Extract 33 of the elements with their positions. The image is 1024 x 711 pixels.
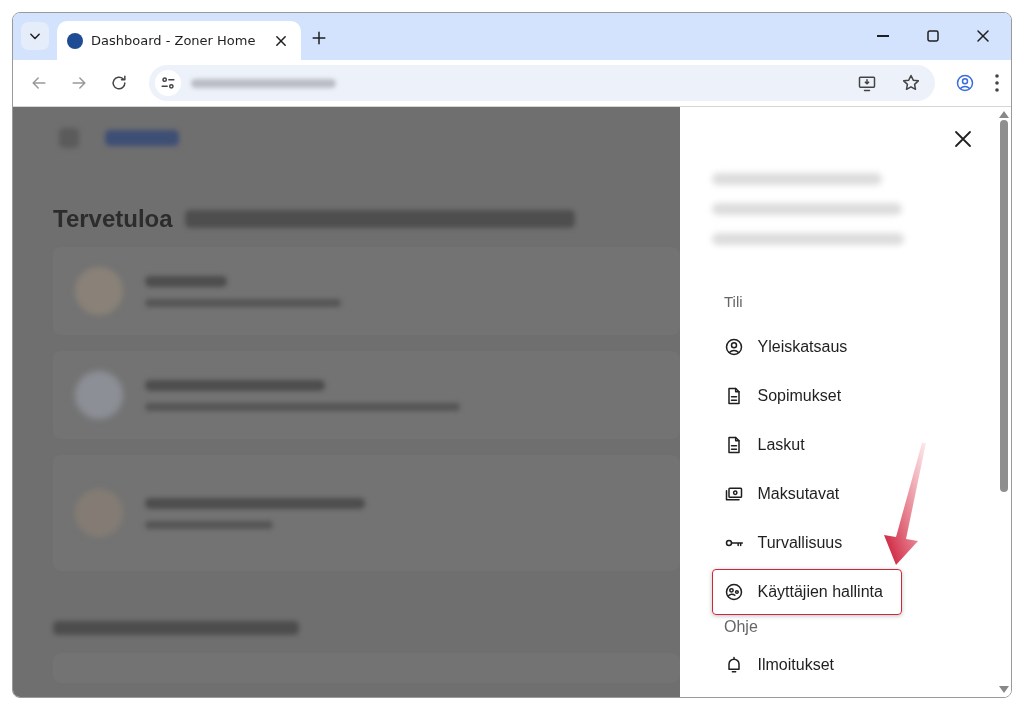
favicon-icon: [67, 32, 83, 49]
minimize-icon: [876, 35, 890, 37]
blurred-image: [75, 267, 123, 315]
section-heading: Tili: [724, 293, 744, 310]
person-icon: [955, 73, 975, 93]
install-app-button[interactable]: [857, 73, 877, 93]
menu-item[interactable]: Laskut: [712, 422, 806, 468]
star-icon: [901, 73, 921, 93]
profile-button[interactable]: [955, 73, 975, 93]
tab-list-button[interactable]: [21, 22, 49, 50]
reload-button[interactable]: [109, 73, 129, 93]
menu-icon: [995, 74, 999, 92]
welcome-heading: Tervetuloa: [53, 205, 173, 233]
bookmark-button[interactable]: [901, 73, 921, 93]
users-icon: [723, 582, 744, 602]
site-info-button[interactable]: [155, 70, 181, 96]
browser-tab[interactable]: Dashboard - Zoner Home: [57, 21, 301, 60]
person-icon: [723, 337, 744, 357]
menu-item[interactable]: Yleiskatsaus: [712, 324, 849, 370]
menu-item[interactable]: Turvallisuus: [712, 520, 844, 566]
menu-item[interactable]: Käyttäjien hallinta: [712, 569, 902, 615]
monitor-download-icon: [857, 73, 877, 93]
tab-title: Dashboard - Zoner Home: [91, 33, 257, 48]
menu-item[interactable]: Maksutavat: [712, 471, 841, 517]
scrollbar-thumb[interactable]: [1000, 120, 1008, 492]
money-icon: [723, 484, 744, 504]
section-heading: Ohje: [724, 618, 759, 636]
menu-button[interactable]: [995, 74, 999, 92]
scroll-down-icon[interactable]: [999, 686, 1009, 693]
reload-icon: [109, 73, 129, 93]
blurred-image: [75, 371, 123, 419]
menu-item[interactable]: Sopimukset: [712, 373, 843, 419]
menu-item[interactable]: Ilmoitukset: [712, 642, 835, 688]
